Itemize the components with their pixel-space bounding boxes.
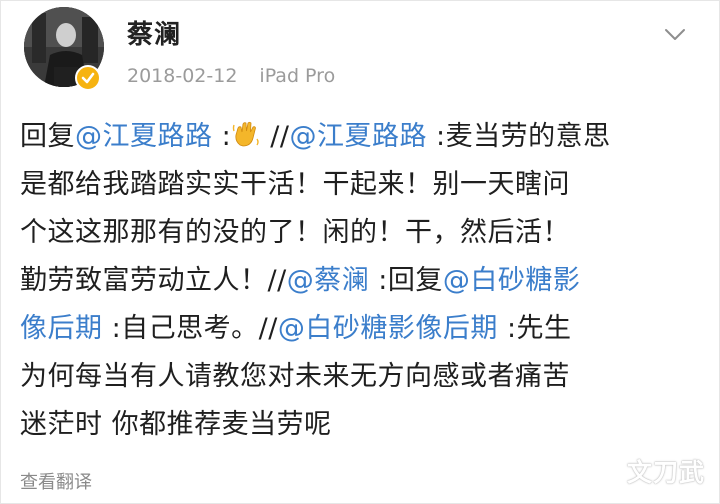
waving-hand-emoji-icon	[231, 119, 261, 149]
post-line-5: 像后期 :自己思考。//@白砂糖影像后期 :先生	[20, 305, 710, 353]
post-line-2: 是都给我踏踏实实干活！干起来！别一天瞎问	[20, 169, 570, 200]
mention-link[interactable]: @白砂糖影像后期	[278, 313, 498, 344]
body-text: 勤劳致富劳动立人！//	[20, 265, 287, 296]
mention-link[interactable]: @蔡澜	[287, 265, 370, 296]
body-text: //	[261, 121, 290, 152]
weibo-post-card: 蔡澜 2018-02-12 iPad Pro 回复@江夏路路 : //@江夏路路 …	[0, 0, 720, 504]
translate-link[interactable]: 查看翻译	[20, 471, 92, 495]
post-line-3: 个这这那那有的没的了！闲的！干，然后活！	[20, 217, 570, 248]
body-text: :自己思考。//	[102, 313, 278, 344]
chevron-down-icon[interactable]	[663, 25, 687, 45]
mention-link[interactable]: @江夏路路	[289, 121, 427, 152]
username[interactable]: 蔡澜	[127, 20, 181, 50]
post-line-7: 迷茫时 你都推荐麦当劳呢	[20, 409, 332, 440]
verified-badge-icon	[75, 65, 101, 91]
post-line-4: 勤劳致富劳动立人！//@蔡澜 :回复@白砂糖影	[20, 257, 710, 305]
body-text: :先生	[497, 313, 572, 344]
mention-link[interactable]: @白砂糖影	[443, 265, 581, 296]
body-text: :麦当劳的意思	[426, 121, 611, 152]
post-body: 回复@江夏路路 : //@江夏路路 :麦当劳的意思 是都给我踏踏实实干活！干起来…	[20, 113, 710, 449]
watermark: 文刀武	[627, 458, 706, 487]
mention-link[interactable]: @江夏路路	[75, 121, 213, 152]
post-line-6: 为何每当有人请教您对未来无方向感或者痛苦	[20, 361, 570, 392]
post-line-1: 回复@江夏路路 : //@江夏路路 :麦当劳的意思	[20, 113, 710, 161]
post-date: 2018-02-12	[127, 65, 238, 87]
reply-text: 回复	[20, 121, 75, 152]
body-text: :	[212, 121, 232, 152]
post-meta: 2018-02-12 iPad Pro	[127, 64, 335, 88]
mention-link[interactable]: 像后期	[20, 313, 103, 344]
body-text: :回复	[369, 265, 443, 296]
post-device: iPad Pro	[259, 65, 336, 87]
